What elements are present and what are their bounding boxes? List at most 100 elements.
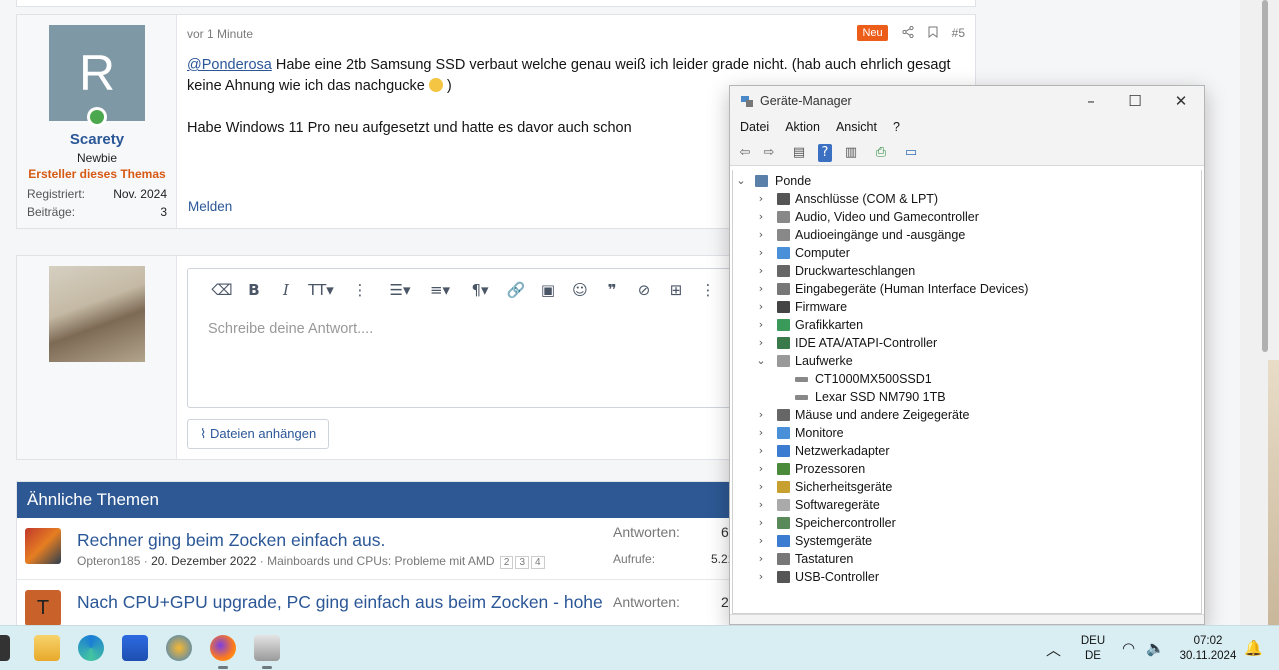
minimize-button[interactable]: – — [1076, 90, 1106, 112]
menu-ansicht[interactable]: Ansicht — [836, 116, 885, 140]
expand-chevron-icon[interactable]: › — [755, 442, 767, 460]
tree-node[interactable]: › Druckwarteschlangen — [733, 262, 1193, 280]
page-link-3[interactable]: 3 — [515, 556, 530, 569]
thread-title[interactable]: Nach CPU+GPU upgrade, PC ging einfach au… — [77, 592, 603, 613]
bold-icon[interactable]: B — [238, 279, 270, 301]
expand-chevron-icon[interactable]: › — [755, 298, 767, 316]
reply-placeholder[interactable]: Schreibe deine Antwort.... — [208, 321, 373, 337]
username[interactable]: Scarety — [17, 131, 177, 148]
tree-node[interactable]: › Eingabegeräte (Human Interface Devices) — [733, 280, 1193, 298]
italic-icon[interactable]: I — [270, 279, 302, 301]
tree-node[interactable]: › Firmware — [733, 298, 1193, 316]
tree-node[interactable]: › Tastaturen — [733, 550, 1193, 568]
tree-node[interactable]: ⌄ Laufwerke — [733, 352, 1193, 370]
quote-icon[interactable]: ❞ — [596, 279, 628, 301]
expand-chevron-icon[interactable]: › — [755, 334, 767, 352]
thread-author[interactable]: Opteron185 — [77, 554, 140, 568]
start-button-partial-icon[interactable] — [0, 635, 10, 661]
expand-chevron-icon[interactable]: › — [755, 262, 767, 280]
reply-editor[interactable]: ⌫ B I TT▾ ⋮ ☰▾ ≡▾ ¶▾ 🔗 ▣ ☺ ❞ ⊘ ⊞ ⋮ Schre… — [187, 268, 747, 408]
tree-child-node[interactable]: CT1000MX500SSD1 — [733, 370, 1193, 388]
settings-app-icon[interactable] — [166, 635, 192, 661]
tree-child-node[interactable]: Lexar SSD NM790 1TB — [733, 388, 1193, 406]
thread-title[interactable]: Rechner ging beim Zocken einfach aus. — [77, 530, 385, 551]
report-link[interactable]: Melden — [188, 199, 232, 214]
collapse-chevron-icon[interactable]: ⌄ — [735, 172, 747, 190]
update-driver-icon[interactable]: ▥ — [840, 144, 862, 162]
post-time[interactable]: vor 1 Minute — [187, 27, 253, 41]
expand-chevron-icon[interactable]: › — [755, 424, 767, 442]
thread-avatar[interactable]: T — [25, 590, 61, 625]
expand-chevron-icon[interactable]: › — [755, 280, 767, 298]
thread-forum[interactable]: Mainboards und CPUs: Probleme mit AMD — [267, 554, 494, 568]
tree-node[interactable]: › Anschlüsse (COM & LPT) — [733, 190, 1193, 208]
page-link-2[interactable]: 2 — [499, 556, 514, 569]
expand-chevron-icon[interactable]: › — [755, 226, 767, 244]
collapse-chevron-icon[interactable]: ⌄ — [755, 352, 767, 370]
page-link-4[interactable]: 4 — [531, 556, 545, 569]
expand-chevron-icon[interactable]: › — [755, 190, 767, 208]
current-user-avatar[interactable] — [49, 266, 145, 362]
tree-root[interactable]: ⌄ Ponde — [733, 172, 1193, 190]
more-options-icon[interactable]: ⋮ — [340, 279, 380, 301]
tree-node[interactable]: › Systemgeräte — [733, 532, 1193, 550]
volume-icon[interactable]: 🔈 — [1146, 639, 1165, 657]
tree-node[interactable]: › Audioeingänge und -ausgänge — [733, 226, 1193, 244]
spoiler-icon[interactable]: ⊘ — [628, 279, 660, 301]
help-icon[interactable]: ? — [818, 143, 832, 162]
expand-chevron-icon[interactable]: › — [755, 316, 767, 334]
tree-node[interactable]: › Softwaregeräte — [733, 496, 1193, 514]
wifi-icon[interactable]: ◠ — [1122, 639, 1135, 657]
expand-chevron-icon[interactable]: › — [755, 496, 767, 514]
tree-node[interactable]: › Audio, Video und Gamecontroller — [733, 208, 1193, 226]
notification-bell-icon[interactable]: 🔔 — [1244, 639, 1263, 657]
tree-node[interactable]: › Speichercontroller — [733, 514, 1193, 532]
tree-node[interactable]: › Prozessoren — [733, 460, 1193, 478]
tree-node[interactable]: › Mäuse und andere Zeigegeräte — [733, 406, 1193, 424]
expand-chevron-icon[interactable]: › — [755, 550, 767, 568]
tree-node[interactable]: › IDE ATA/ATAPI-Controller — [733, 334, 1193, 352]
clear-format-icon[interactable]: ⌫ — [206, 279, 238, 301]
image-icon[interactable]: ▣ — [532, 279, 564, 301]
firefox-icon[interactable] — [210, 635, 236, 669]
share-icon[interactable] — [902, 25, 914, 41]
menu-help[interactable]: ? — [893, 116, 908, 140]
forward-icon[interactable]: ⇨ — [758, 144, 780, 162]
show-devices-icon[interactable]: ▭ — [900, 144, 922, 162]
close-button[interactable]: ✕ — [1166, 90, 1196, 112]
file-explorer-icon[interactable] — [34, 635, 60, 661]
mention-link[interactable]: @Ponderosa — [187, 57, 272, 73]
tree-node[interactable]: › Sicherheitsgeräte — [733, 478, 1193, 496]
bookmark-icon[interactable] — [928, 26, 938, 41]
link-icon[interactable]: 🔗 — [500, 279, 532, 301]
tree-node[interactable]: › USB-Controller — [733, 568, 1193, 586]
tree-node[interactable]: › Monitore — [733, 424, 1193, 442]
table-icon[interactable]: ⊞ — [660, 279, 692, 301]
expand-chevron-icon[interactable]: › — [755, 514, 767, 532]
more-tools-icon[interactable]: ⋮ — [692, 279, 724, 301]
align-icon[interactable]: ≡▾ — [420, 279, 460, 301]
post-number[interactable]: #5 — [952, 26, 965, 40]
attach-files-button[interactable]: ⌇ Dateien anhängen — [187, 419, 330, 449]
expand-chevron-icon[interactable]: › — [755, 208, 767, 226]
maximize-button[interactable]: ☐ — [1120, 90, 1150, 112]
tree-node[interactable]: › Computer — [733, 244, 1193, 262]
expand-chevron-icon[interactable]: › — [755, 406, 767, 424]
back-icon[interactable]: ⇦ — [734, 144, 756, 162]
expand-chevron-icon[interactable]: › — [755, 478, 767, 496]
thread-avatar[interactable] — [25, 528, 61, 564]
expand-chevron-icon[interactable]: › — [755, 244, 767, 262]
emoji-icon[interactable]: ☺ — [564, 279, 596, 301]
properties-icon[interactable]: ▤ — [788, 144, 810, 162]
menu-datei[interactable]: Datei — [740, 116, 777, 140]
tray-overflow-chevron-icon[interactable]: ︿ — [1046, 639, 1061, 660]
expand-chevron-icon[interactable]: › — [755, 460, 767, 478]
tree-node[interactable]: › Grafikkarten — [733, 316, 1193, 334]
clock[interactable]: 07:02 30.11.2024 — [1172, 626, 1244, 670]
text-size-icon[interactable]: TT▾ — [302, 279, 340, 301]
title-bar[interactable]: Geräte-Manager – ☐ ✕ — [730, 86, 1204, 116]
paragraph-icon[interactable]: ¶▾ — [460, 279, 500, 301]
browser-scrollbar[interactable] — [1262, 0, 1268, 352]
menu-aktion[interactable]: Aktion — [785, 116, 828, 140]
store-icon[interactable] — [122, 635, 148, 661]
